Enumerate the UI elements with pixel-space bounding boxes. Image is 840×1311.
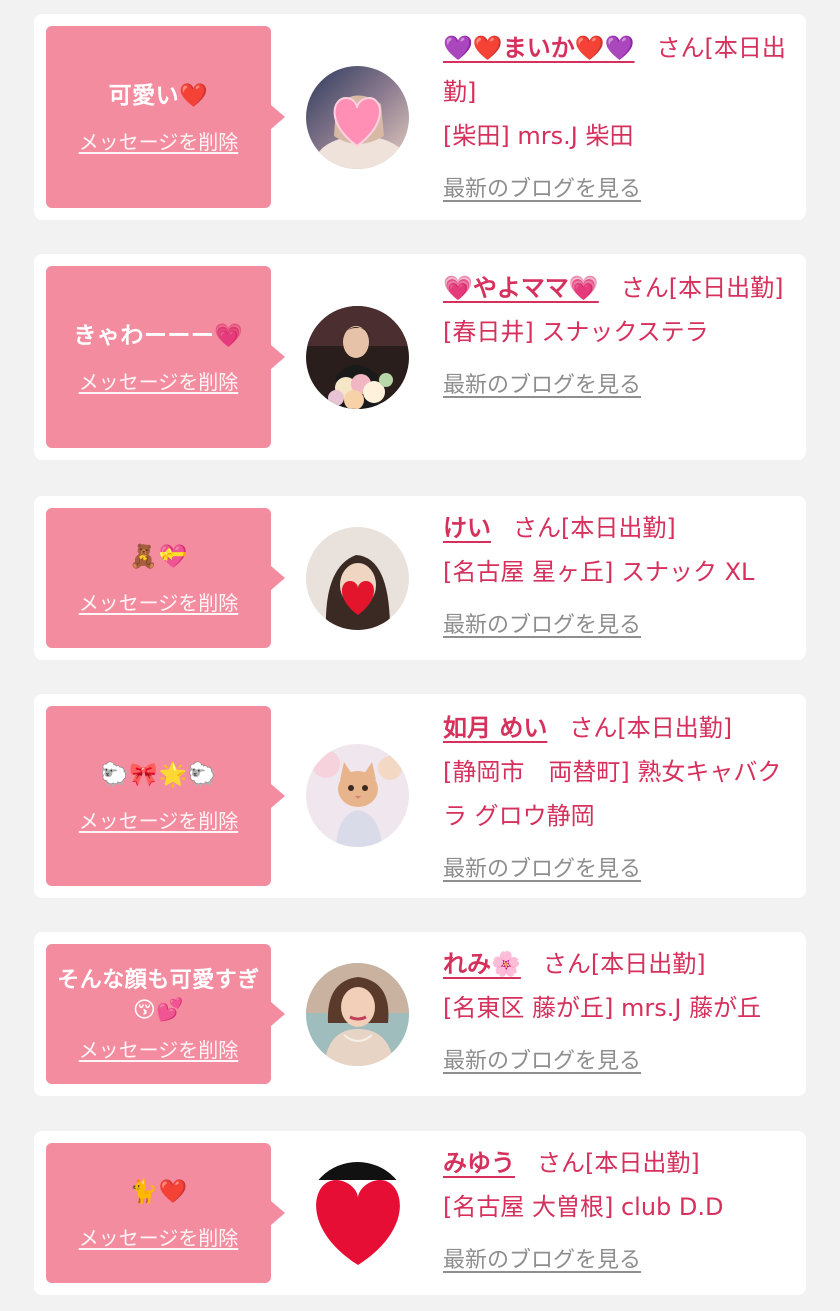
message-bubble: きゃわーーー💗 メッセージを削除	[46, 266, 285, 448]
list-item: 可愛い❤️ メッセージを削除 💜❤️まいか❤️💜 さん[本日出勤] [柴田] m…	[34, 14, 806, 220]
message-text: 🐈❤️	[129, 1178, 188, 1205]
profile-name-link[interactable]: 💗やよママ💗	[443, 274, 599, 302]
avatar[interactable]	[306, 527, 409, 630]
honorific: さん	[537, 1149, 585, 1177]
store-name: [名東区 藤が丘] mrs.J 藤が丘	[443, 994, 762, 1022]
store-name: [静岡市 両替町] 熟女キャバクラ グロウ静岡	[443, 758, 782, 830]
work-status: [本日出勤]	[585, 1149, 700, 1177]
latest-blog-link[interactable]: 最新のブログを見る	[443, 364, 641, 408]
delete-message-link[interactable]: メッセージを削除	[79, 805, 239, 834]
honorific: さん	[569, 714, 618, 742]
delete-message-link[interactable]: メッセージを削除	[79, 126, 239, 155]
list-item: 🧸💝 メッセージを削除 けい さん[本日出勤] [名古屋 星ヶ丘] スナック XL…	[34, 496, 806, 660]
list-item: そんな顔も可愛すぎ😚💕 メッセージを削除 れみ🌸 さん[本日出勤] [名東区 藤が…	[34, 932, 806, 1096]
avatar[interactable]	[306, 66, 409, 169]
profile-info: 如月 めい さん[本日出勤] [静岡市 両替町] 熟女キャバクラ グロウ静岡 最新…	[443, 706, 793, 892]
list-item: きゃわーーー💗 メッセージを削除 💗やよママ💗 さん[本日出勤] [春日井] スナ…	[34, 254, 806, 460]
store-name: [春日井] スナックステラ	[443, 318, 709, 346]
avatar-flowers-icon	[306, 306, 409, 409]
avatar[interactable]	[306, 1162, 409, 1265]
list-item: 🐈❤️ メッセージを削除 みゆう さん[本日出勤] [名古屋 大曽根] club …	[34, 1131, 806, 1295]
profile-name-link[interactable]: 如月 めい	[443, 714, 547, 742]
profile-name-link[interactable]: れみ🌸	[443, 950, 521, 978]
delete-message-link[interactable]: メッセージを削除	[79, 1034, 239, 1063]
message-text: 🐑🎀🌟🐑	[100, 761, 217, 788]
avatar[interactable]	[306, 306, 409, 409]
message-text: きゃわーーー💗	[73, 322, 244, 349]
work-status: [本日出勤]	[617, 714, 733, 742]
avatar-portrait-icon	[306, 963, 409, 1066]
honorific: さん	[513, 514, 561, 542]
message-bubble: 🐑🎀🌟🐑 メッセージを削除	[46, 706, 285, 886]
latest-blog-link[interactable]: 最新のブログを見る	[443, 848, 641, 892]
store-name: [名古屋 星ヶ丘] スナック XL	[443, 558, 755, 586]
honorific: さん	[656, 34, 705, 62]
store-name: [柴田] mrs.J 柴田	[443, 122, 634, 150]
avatar-cat-filter-icon	[306, 744, 409, 847]
latest-blog-link[interactable]: 最新のブログを見る	[443, 604, 641, 648]
honorific: さん	[542, 950, 591, 978]
profile-info: 💜❤️まいか❤️💜 さん[本日出勤] [柴田] mrs.J 柴田 最新のブログを見…	[443, 26, 793, 212]
avatar[interactable]	[306, 963, 409, 1066]
avatar-big-heart-icon	[306, 1162, 409, 1265]
work-status: [本日出勤]	[590, 950, 706, 978]
message-text: 可愛い❤️	[108, 82, 209, 109]
latest-blog-link[interactable]: 最新のブログを見る	[443, 168, 641, 212]
work-status: [本日出勤]	[561, 514, 676, 542]
delete-message-link[interactable]: メッセージを削除	[79, 366, 239, 395]
avatar-heart-face-icon	[306, 527, 409, 630]
avatar[interactable]	[306, 744, 409, 847]
profile-name-link[interactable]: 💜❤️まいか❤️💜	[443, 34, 635, 62]
message-bubble: そんな顔も可愛すぎ😚💕 メッセージを削除	[46, 944, 285, 1084]
profile-info: けい さん[本日出勤] [名古屋 星ヶ丘] スナック XL 最新のブログを見る	[443, 506, 793, 648]
delete-message-link[interactable]: メッセージを削除	[79, 587, 239, 616]
profile-info: 💗やよママ💗 さん[本日出勤] [春日井] スナックステラ 最新のブログを見る	[443, 266, 793, 408]
profile-info: みゆう さん[本日出勤] [名古屋 大曽根] club D.D 最新のブログを見る	[443, 1141, 793, 1283]
latest-blog-link[interactable]: 最新のブログを見る	[443, 1040, 641, 1084]
work-status: [本日出勤]	[668, 274, 784, 302]
profile-name-link[interactable]: けい	[443, 514, 491, 542]
profile-info: れみ🌸 さん[本日出勤] [名東区 藤が丘] mrs.J 藤が丘 最新のブログを見…	[443, 942, 793, 1084]
message-bubble: 可愛い❤️ メッセージを削除	[46, 26, 285, 208]
message-text: 🧸💝	[129, 543, 188, 570]
message-bubble: 🧸💝 メッセージを削除	[46, 508, 285, 648]
avatar-heart-face-icon	[306, 66, 409, 169]
store-name: [名古屋 大曽根] club D.D	[443, 1193, 724, 1221]
delete-message-link[interactable]: メッセージを削除	[79, 1222, 239, 1251]
message-bubble: 🐈❤️ メッセージを削除	[46, 1143, 285, 1283]
honorific: さん	[620, 274, 669, 302]
message-text: そんな顔も可愛すぎ😚💕	[57, 967, 260, 1023]
list-item: 🐑🎀🌟🐑 メッセージを削除 如月 めい さん[本日出勤] [静岡市 両替町] 熟女…	[34, 694, 806, 898]
profile-name-link[interactable]: みゆう	[443, 1149, 515, 1177]
latest-blog-link[interactable]: 最新のブログを見る	[443, 1239, 641, 1283]
